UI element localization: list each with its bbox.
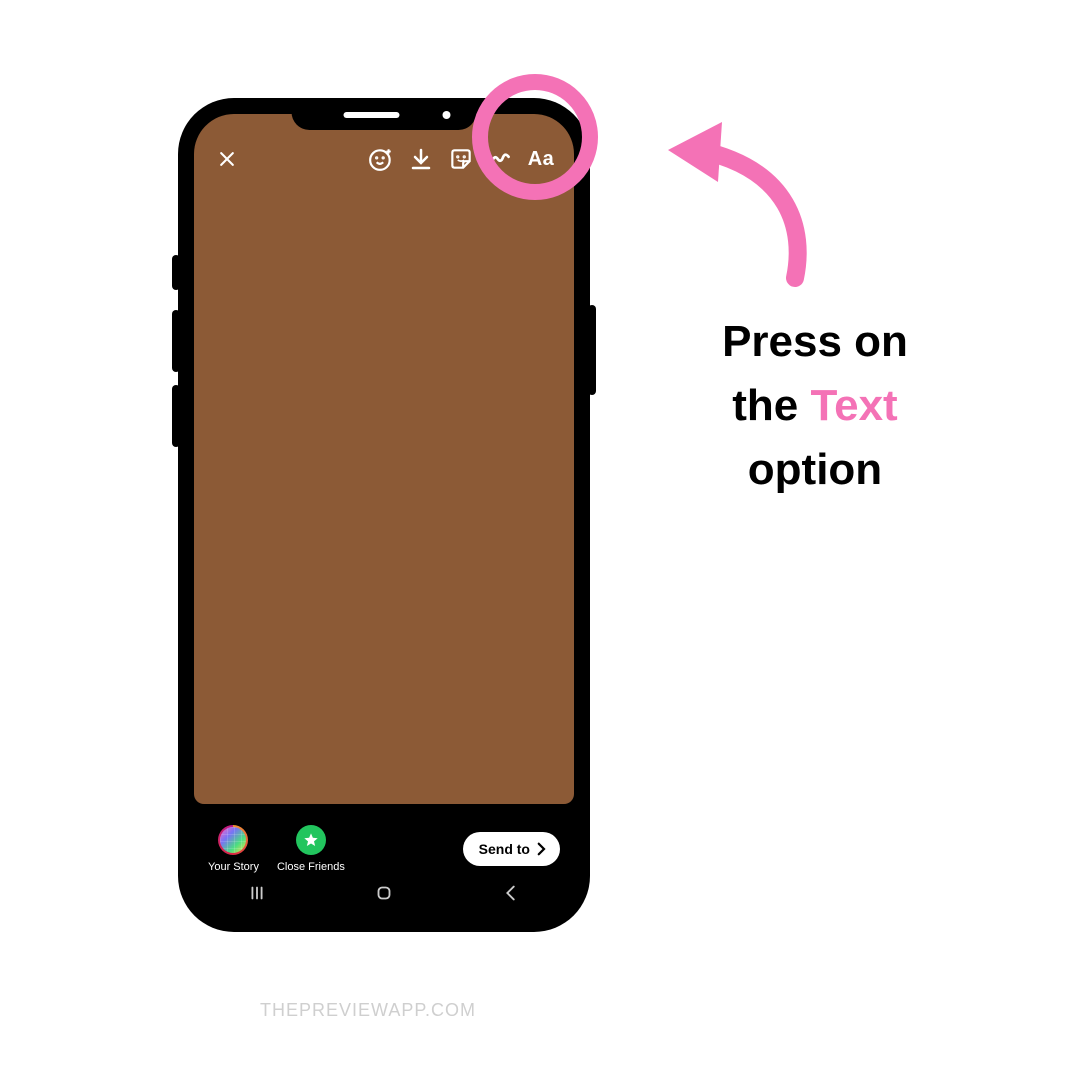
sparkle-face-icon (368, 146, 394, 172)
effects-button[interactable] (362, 142, 400, 176)
instruction-part: Press on (722, 317, 908, 366)
your-story-avatar-icon (218, 825, 248, 855)
chevron-right-icon (532, 840, 550, 858)
instruction-highlight: Text (811, 381, 898, 430)
phone-side-button (172, 310, 180, 372)
home-icon[interactable] (373, 882, 395, 904)
phone-side-button (588, 305, 596, 395)
close-friends-button[interactable]: Close Friends (277, 825, 345, 873)
close-icon (217, 149, 237, 169)
android-nav-bar (194, 878, 574, 908)
share-bar: Your Story Close Friends Send to (194, 814, 574, 884)
phone-screen: Aa Your Story Close Friends Send to (194, 114, 574, 916)
phone-frame: Aa Your Story Close Friends Send to (180, 100, 588, 930)
watermark-text: THEPREVIEWAPP.COM (260, 1000, 476, 1021)
recent-apps-icon[interactable] (246, 882, 268, 904)
sticker-icon (448, 146, 474, 172)
instruction-part: option (748, 445, 882, 494)
your-story-label: Your Story (208, 861, 259, 873)
download-icon (409, 147, 433, 171)
close-friends-star-icon (296, 825, 326, 855)
phone-side-button (172, 385, 180, 447)
phone-notch (292, 100, 477, 130)
annotation-arrow-icon (640, 110, 840, 290)
instruction-part: the (732, 381, 798, 430)
annotation-highlight-circle (472, 74, 598, 200)
download-button[interactable] (402, 142, 440, 176)
story-canvas[interactable] (194, 114, 574, 804)
your-story-button[interactable]: Your Story (208, 825, 259, 873)
instruction-text: Press on the Text option (640, 310, 990, 501)
send-to-label: Send to (479, 841, 530, 857)
back-icon[interactable] (500, 882, 522, 904)
send-to-button[interactable]: Send to (463, 832, 560, 866)
close-friends-label: Close Friends (277, 861, 345, 873)
phone-side-button (172, 255, 180, 290)
close-button[interactable] (212, 144, 242, 174)
